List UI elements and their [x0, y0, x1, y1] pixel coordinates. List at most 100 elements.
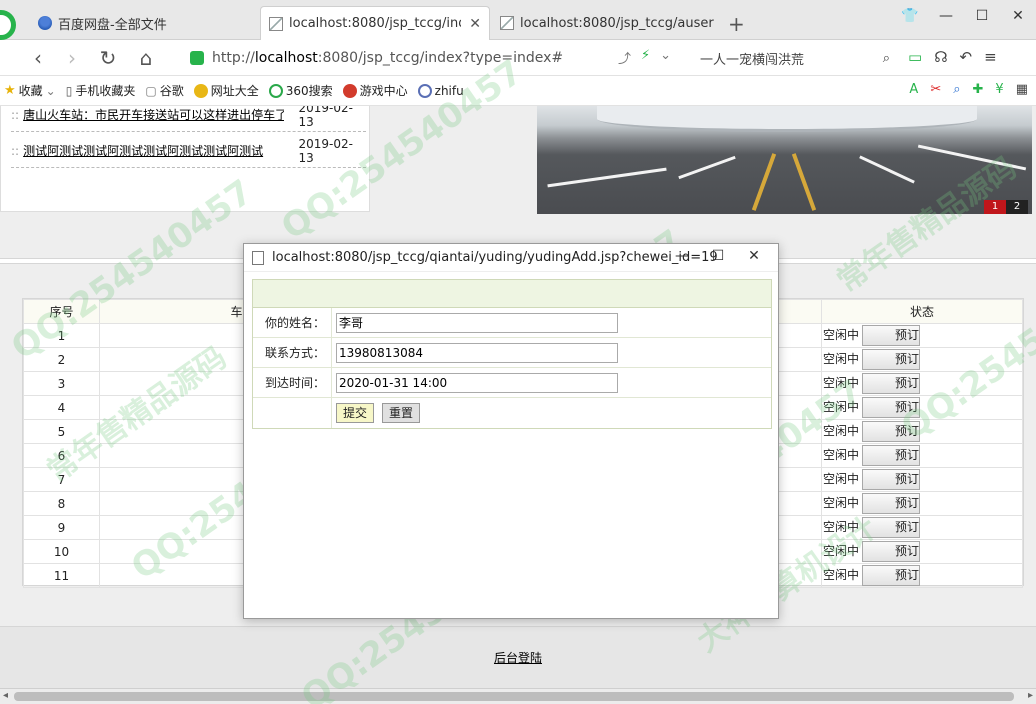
reserve-button[interactable]: 预订	[862, 349, 920, 370]
page-icon	[500, 16, 514, 30]
tab-label: localhost:8080/jsp_tccg/index	[289, 16, 461, 31]
row-index: 10	[23, 539, 100, 564]
menu-icon[interactable]: ≡	[984, 48, 997, 66]
new-tab-icon[interactable]: +	[728, 12, 745, 36]
bookmark-mobile[interactable]: ▯ 手机收藏夹	[66, 82, 136, 99]
name-input[interactable]: 李哥	[336, 312, 618, 333]
status-text: 空闲中	[822, 352, 859, 366]
banner-page-1[interactable]: 1	[984, 200, 1006, 214]
tab-index[interactable]: localhost:8080/jsp_tccg/index ✕	[260, 6, 490, 40]
row-status-cell: 空闲中 预订	[821, 347, 1023, 372]
status-text: 空闲中	[822, 448, 859, 462]
home-icon[interactable]: ⌂	[134, 46, 158, 70]
submit-button[interactable]: 提交	[336, 403, 375, 423]
banner-image[interactable]: 1 2	[537, 106, 1032, 214]
bookmark-favorites[interactable]: ★ 收藏 ⌄	[4, 82, 56, 99]
magnifier-icon[interactable]: ⌕	[953, 82, 960, 97]
bookmark-google[interactable]: ▢ 谷歌	[145, 82, 183, 99]
gamepad-icon[interactable]: ✚	[973, 82, 984, 97]
road-marking	[547, 167, 667, 188]
scroll-left-icon[interactable]: ◂	[3, 690, 8, 701]
browser-logo-icon[interactable]	[0, 10, 16, 40]
banner-page-2[interactable]: 2	[1006, 200, 1028, 214]
forward-icon[interactable]: ›	[60, 46, 84, 70]
form-row-phone: 联系方式： 13980813084	[253, 338, 771, 368]
skin-icon[interactable]: 👕	[892, 8, 928, 24]
bookmark-extensions: A ✂ ⌕ ✚ ¥ ▦	[909, 82, 1028, 97]
close-icon[interactable]: ✕	[736, 248, 772, 264]
search-icon[interactable]: ⌕	[883, 51, 890, 66]
close-window-icon[interactable]: ✕	[1000, 8, 1036, 24]
browser-navbar: ‹ › ↻ ⌂ http://localhost:8080/jsp_tccg/i…	[0, 40, 1036, 76]
bookmark-label: 游戏中心	[359, 84, 408, 98]
reserve-button[interactable]: 预订	[862, 517, 920, 538]
reserve-button[interactable]: 预订	[862, 541, 920, 562]
chevron-down-icon: ⌄	[45, 83, 56, 98]
horizontal-scrollbar[interactable]: ◂ ▸	[0, 688, 1036, 704]
battery-icon[interactable]: ▭	[908, 48, 922, 66]
undo-icon[interactable]: ↶	[960, 48, 973, 66]
search360-icon	[268, 83, 283, 98]
coupon-icon[interactable]: ¥	[995, 82, 1003, 97]
bookmark-label: 手机收藏夹	[75, 84, 136, 98]
bookmark-label: 360搜索	[285, 84, 333, 98]
maximize-icon[interactable]: ☐	[700, 248, 736, 264]
url-host: localhost	[254, 50, 318, 66]
doc-icon: ▢	[145, 83, 157, 98]
url-prefix: http://	[212, 50, 255, 66]
row-status-cell: 空闲中 预订	[821, 443, 1023, 468]
row-index: 6	[23, 443, 100, 468]
header-status: 状态	[821, 299, 1023, 324]
scissors-icon[interactable]: ✂	[930, 82, 941, 97]
tab-baidu-netdisk[interactable]: 百度网盘-全部文件	[30, 6, 256, 40]
tab-auser[interactable]: localhost:8080/jsp_tccg/auser	[492, 6, 722, 40]
news-title-link[interactable]: 唐山火车站：市民开车接送站可以这样进出停车了	[23, 106, 284, 123]
reservation-popup: localhost:8080/jsp_tccg/qiantai/yuding/y…	[243, 243, 779, 619]
close-tab-icon[interactable]: ✕	[463, 16, 481, 32]
news-date: 2019-02-13	[298, 106, 353, 129]
address-bar[interactable]: http://localhost:8080/jsp_tccg/index?typ…	[190, 46, 690, 70]
phone-input[interactable]: 13980813084	[336, 342, 618, 363]
minimize-icon[interactable]: —	[928, 8, 964, 24]
admin-login-link[interactable]: 后台登陆	[494, 651, 542, 665]
road-marking	[678, 155, 736, 180]
reserve-button[interactable]: 预订	[862, 445, 920, 466]
reserve-button[interactable]: 预订	[862, 325, 920, 346]
grid-icon[interactable]: ▦	[1016, 82, 1028, 97]
arrival-time-input[interactable]: 2020-01-31 14:00	[336, 372, 618, 393]
row-index: 3	[23, 371, 100, 396]
news-item: :: 测试阿测试测试阿测试测试阿测试测试阿测试 2019-02-13	[11, 134, 366, 168]
scrollbar-thumb[interactable]	[14, 692, 1014, 701]
reset-button[interactable]: 重置	[382, 403, 421, 423]
share-icon[interactable]: ⤴	[618, 48, 631, 67]
refresh-icon[interactable]: ↻	[96, 46, 120, 70]
search-box[interactable]: 一人一宠横闯洪荒 ⌕	[700, 46, 890, 70]
scroll-right-icon[interactable]: ▸	[1028, 690, 1033, 701]
reserve-button[interactable]: 预订	[862, 373, 920, 394]
reserve-button[interactable]: 预订	[862, 469, 920, 490]
bookmark-360-search[interactable]: 360搜索	[268, 82, 333, 99]
reserve-button[interactable]: 预订	[862, 421, 920, 442]
bookmark-site-directory[interactable]: 网址大全	[193, 82, 259, 99]
bookmark-zhifu[interactable]: zhifu	[417, 83, 464, 98]
chevron-down-icon[interactable]: ⌄	[660, 48, 671, 67]
status-text: 空闲中	[822, 472, 859, 486]
back-icon[interactable]: ‹	[26, 46, 50, 70]
bookmarks-bar: ★ 收藏 ⌄ ▯ 手机收藏夹 ▢ 谷歌 网址大全 360搜索 游戏中心 zhif…	[0, 76, 1036, 106]
minimize-icon[interactable]: —	[664, 248, 700, 264]
status-text: 空闲中	[822, 568, 859, 582]
phone-icon: ▯	[65, 83, 73, 98]
reserve-button[interactable]: 预订	[862, 565, 920, 586]
news-title-link[interactable]: 测试阿测试测试阿测试测试阿测试测试阿测试	[23, 142, 284, 159]
browser-tabbar: 百度网盘-全部文件 localhost:8080/jsp_tccg/index …	[0, 0, 1036, 40]
lightning-icon[interactable]: ⚡	[641, 48, 650, 67]
footer: 后台登陆	[0, 626, 1036, 688]
translate-icon[interactable]: A	[909, 82, 918, 97]
reserve-button[interactable]: 预订	[862, 493, 920, 514]
news-item: :: 唐山火车站：市民开车接送站可以这样进出停车了 2019-02-13	[11, 106, 366, 132]
reserve-button[interactable]: 预订	[862, 397, 920, 418]
maximize-icon[interactable]: ☐	[964, 8, 1000, 24]
bookmark-game-center[interactable]: 游戏中心	[342, 82, 408, 99]
headphones-icon[interactable]: ☊	[934, 48, 947, 66]
bookmark-label: 收藏	[18, 84, 43, 98]
